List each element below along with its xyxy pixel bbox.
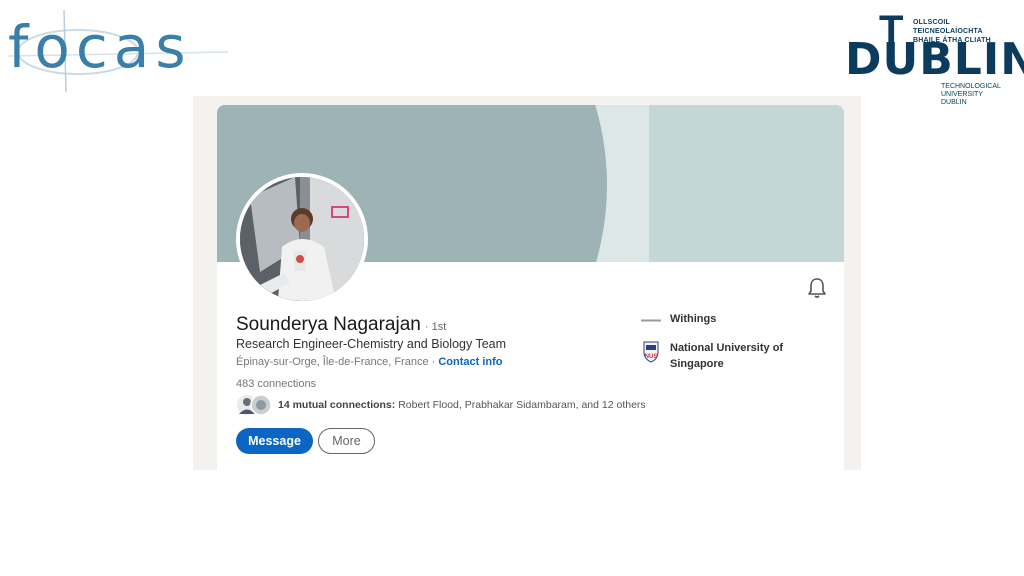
withings-logo-icon [641,311,661,331]
experience-name-line1: National University of [670,342,784,354]
mutual-avatars [236,394,274,416]
mutual-count: 14 mutual connections: [278,399,396,411]
profile-name-line: Sounderya Nagarajan · 1st [236,314,446,336]
contact-info-link[interactable]: Contact info [438,356,502,368]
svg-text:NUS: NUS [645,354,658,360]
focas-logo: focas [8,8,228,94]
more-button[interactable]: More [318,428,375,454]
bell-icon[interactable] [807,277,827,299]
connection-degree: · 1st [424,321,447,333]
experience-name: Withings [670,313,717,325]
profile-name: Sounderya Nagarajan [236,314,421,335]
avatar-photo [240,177,364,301]
mutual-names: Robert Flood, Prabhakar Sidambaram, and … [398,399,646,411]
banner-right-panel [649,105,844,262]
focas-wordmark: focas [8,13,192,81]
tud-wordmark: DUBLIN [845,34,1024,85]
profile-card: Sounderya Nagarajan · 1st Research Engine… [217,105,844,470]
connections-count[interactable]: 483 connections [236,378,316,390]
profile-screenshot-frame: Sounderya Nagarajan · 1st Research Engine… [193,96,861,470]
experience-name-line2: Singapore [670,358,724,370]
tud-english-line1: TECHNOLOGICAL [941,83,1001,90]
experience-name: National University of Singapore [670,340,783,372]
profile-location: Épinay-sur-Orge, Île-de-France, France · [236,356,436,368]
profile-location-line: Épinay-sur-Orge, Île-de-France, France ·… [236,356,503,368]
message-button[interactable]: Message [236,428,313,454]
profile-avatar[interactable] [236,173,368,305]
nus-logo-icon: NUS [641,340,661,363]
tu-dublin-logo: T OLLSCOIL TEICNEOLAÍOCHTA BHAILE ÁTHA C… [845,10,1024,106]
tud-english-line2: UNIVERSITY DUBLIN [941,91,983,106]
tud-english-name: TECHNOLOGICAL UNIVERSITY DUBLIN [941,83,1010,107]
profile-headline: Research Engineer-Chemistry and Biology … [236,337,507,351]
mutual-connections-text: 14 mutual connections: Robert Flood, Pra… [278,399,646,411]
